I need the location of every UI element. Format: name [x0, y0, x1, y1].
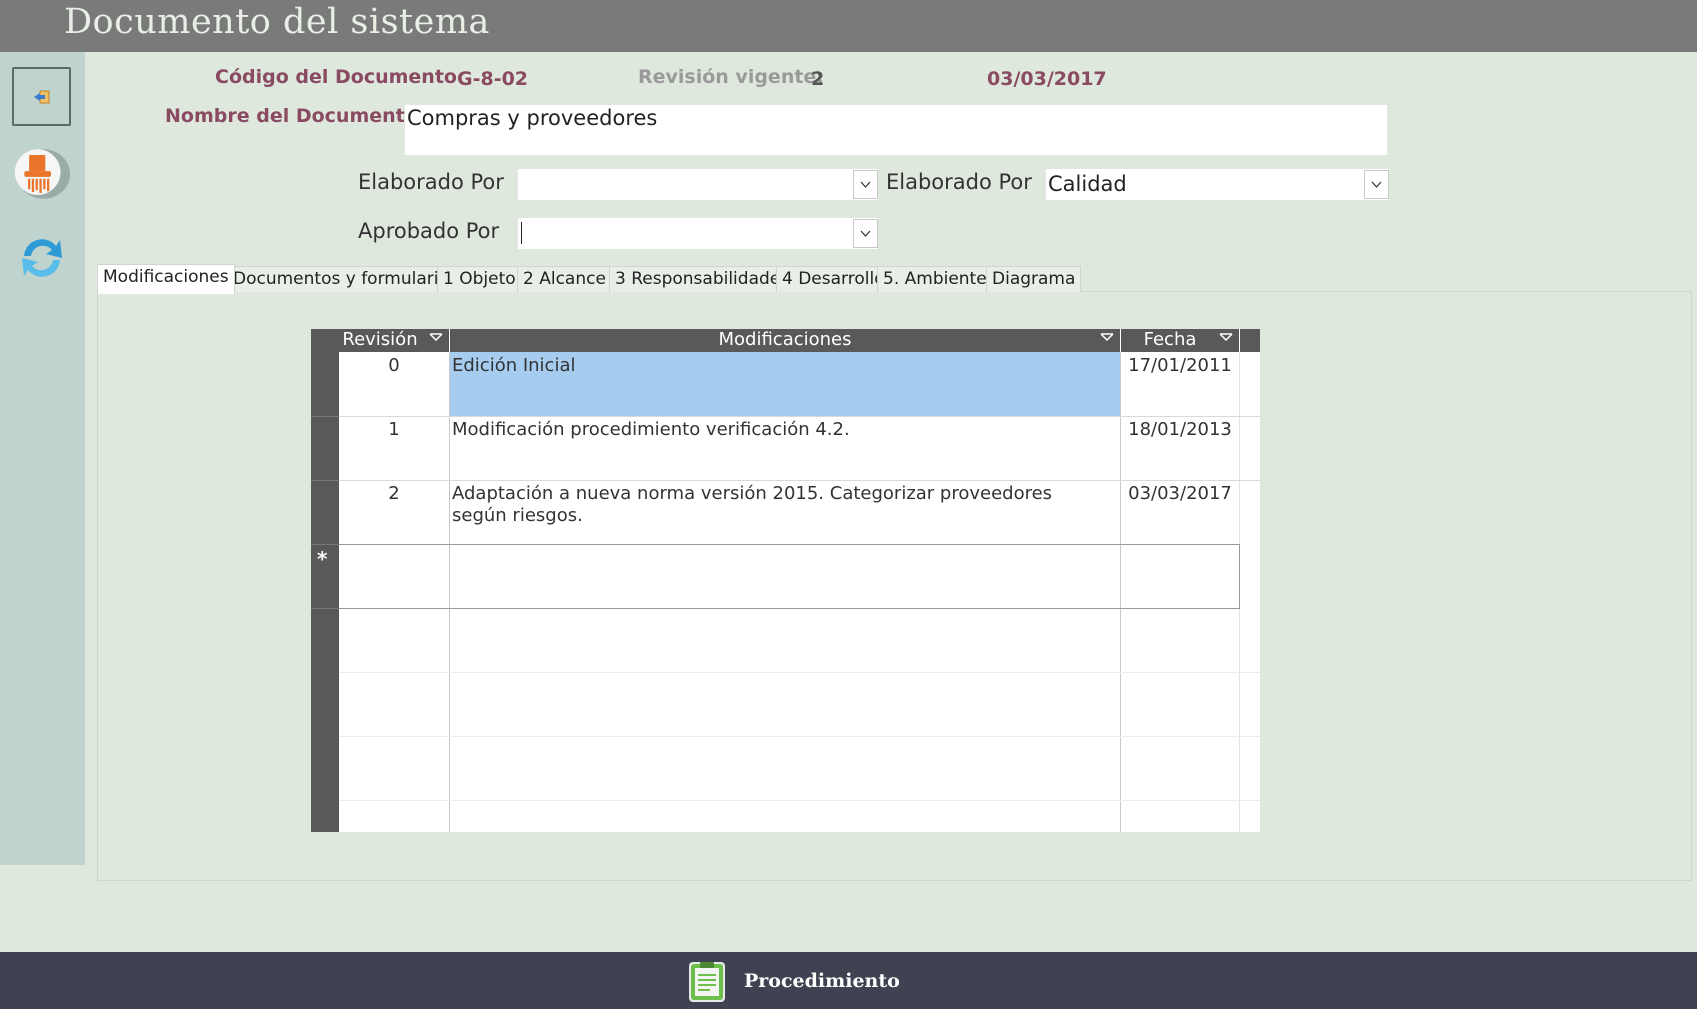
grid-hline [339, 480, 1260, 481]
text-caret [521, 222, 522, 244]
tab-diagrama[interactable]: Diagrama [986, 266, 1082, 292]
exit-icon [33, 90, 49, 103]
tab-desarrollo[interactable]: 4 Desarrollo [776, 266, 891, 292]
footer-bar: Procedimiento [0, 952, 1697, 1009]
procedimiento-button[interactable]: Procedimiento [686, 959, 900, 1003]
revision-label: Revisión vigente: [638, 66, 824, 88]
refresh-button[interactable] [12, 228, 71, 287]
select-all-corner[interactable] [311, 329, 339, 352]
document-date: 03/03/2017 [987, 68, 1107, 90]
cell-fecha[interactable]: 03/03/2017 [1121, 483, 1239, 505]
modificaciones-table: Revisión Modificaciones Fecha 0 Edición … [311, 329, 1260, 832]
tab-documentos-formularios[interactable]: Documentos y formularios [227, 266, 464, 292]
column-header-revision[interactable]: Revisión [339, 329, 449, 352]
selector-divider [311, 480, 339, 481]
selector-divider [311, 544, 339, 545]
elaborado-label-1: Elaborado Por [358, 170, 504, 194]
aprobado-dropdown[interactable] [853, 219, 878, 248]
sidebar [0, 52, 85, 865]
new-record-marker: * [317, 547, 328, 571]
elaborado-dropdown-2[interactable] [1364, 170, 1389, 199]
grid-hline [339, 416, 1260, 417]
procedimiento-label: Procedimiento [744, 970, 900, 992]
exit-button[interactable] [12, 67, 71, 126]
tab-modificaciones[interactable]: Modificaciones [97, 264, 235, 294]
filter-arrow-icon[interactable] [1219, 333, 1233, 341]
column-header-modificaciones[interactable]: Modificaciones [450, 329, 1120, 352]
cell-modificacion[interactable]: Modificación procedimiento verificación … [452, 419, 1118, 441]
cell-revision[interactable]: 0 [339, 355, 449, 377]
aprobado-combo[interactable] [518, 218, 878, 249]
aprobado-label: Aprobado Por [358, 219, 500, 243]
nombre-field[interactable]: Compras y proveedores [405, 105, 1387, 155]
header-filler [1240, 329, 1260, 352]
cell-revision[interactable]: 2 [339, 483, 449, 505]
selector-divider [311, 416, 339, 417]
filter-arrow-icon[interactable] [429, 333, 443, 341]
codigo-value: G-8-02 [457, 68, 529, 90]
cell-revision[interactable]: 1 [339, 419, 449, 441]
filter-arrow-icon[interactable] [1100, 333, 1114, 341]
tab-responsabilidades[interactable]: 3 Responsabilidades [609, 266, 796, 292]
elaborado-label-2: Elaborado Por [886, 170, 1032, 194]
column-header-revision-label: Revisión [342, 329, 418, 350]
record-selector-column [311, 329, 339, 832]
grid-hline [339, 544, 1240, 545]
selector-divider [311, 608, 339, 609]
pdf-button[interactable] [12, 144, 71, 203]
elaborado-value-2: Calidad [1048, 172, 1127, 196]
grid-hline [339, 608, 1240, 609]
elaborado-dropdown-1[interactable] [853, 170, 878, 199]
column-header-fecha[interactable]: Fecha [1121, 329, 1239, 352]
pdf-icon [14, 148, 71, 199]
tab-ambiente[interactable]: 5. Ambiente [877, 266, 993, 292]
codigo-label: Código del Documento [215, 66, 457, 88]
grid-hline [339, 672, 1260, 673]
refresh-icon [21, 238, 62, 277]
chevron-down-icon [860, 181, 871, 188]
title-bar: Documento del sistema [0, 0, 1697, 52]
grid-hline [339, 800, 1260, 801]
elaborado-combo-1[interactable] [518, 169, 878, 200]
tab-objeto[interactable]: 1 Objeto [437, 266, 522, 292]
grid-hline [339, 736, 1260, 737]
cell-modificacion[interactable]: Edición Inicial [452, 355, 1118, 377]
window-title: Documento del sistema [64, 2, 490, 42]
clipboard-icon [689, 962, 725, 1002]
chevron-down-icon [860, 230, 871, 237]
nombre-value: Compras y proveedores [407, 106, 658, 130]
grid-vline [1239, 544, 1240, 609]
elaborado-combo-2[interactable]: Calidad [1046, 169, 1389, 200]
column-header-modificaciones-label: Modificaciones [718, 329, 852, 350]
cell-fecha[interactable]: 18/01/2013 [1121, 419, 1239, 441]
grid-vline [449, 352, 450, 832]
column-header-fecha-label: Fecha [1143, 329, 1197, 350]
revision-value: 2 [811, 68, 825, 90]
nombre-label: Nombre del Documento [165, 105, 418, 127]
tab-alcance[interactable]: 2 Alcance [517, 266, 612, 292]
cell-modificacion[interactable]: Adaptación a nueva norma versión 2015. C… [452, 483, 1112, 543]
cell-fecha[interactable]: 17/01/2011 [1121, 355, 1239, 377]
chevron-down-icon [1371, 181, 1382, 188]
